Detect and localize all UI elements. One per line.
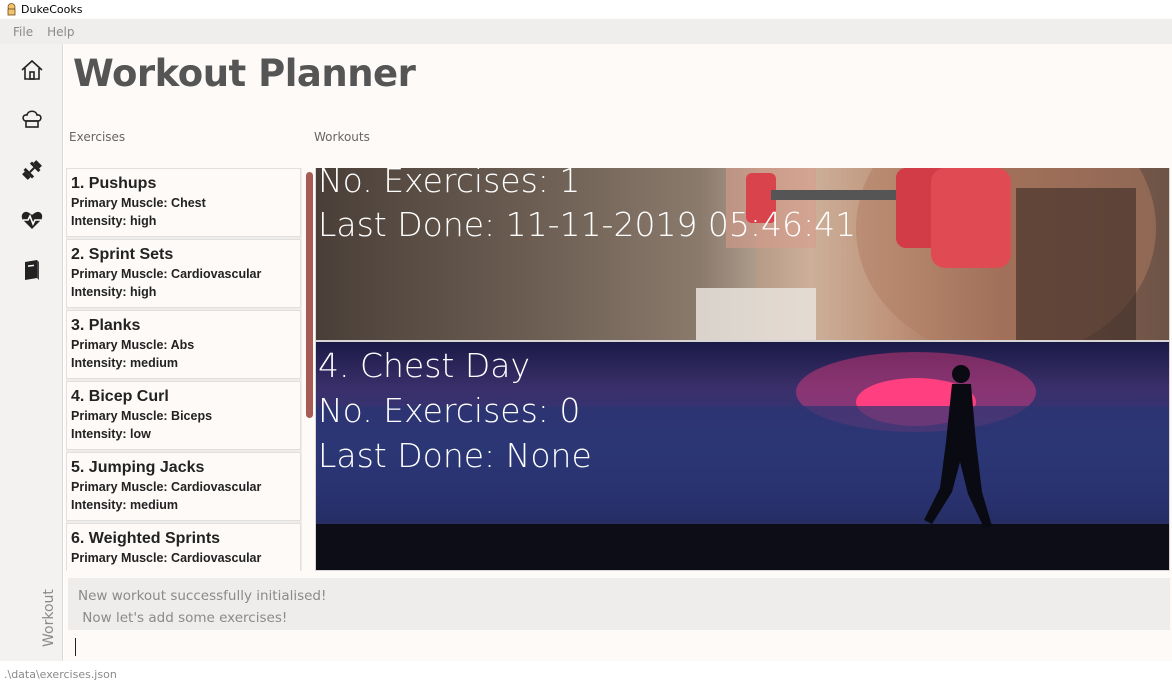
exercise-card[interactable]: 5. Jumping Jacks Primary Muscle: Cardiov…: [66, 452, 301, 521]
diary-icon: [25, 260, 39, 280]
sidebar-item-workout[interactable]: [19, 157, 45, 183]
home-icon: [21, 59, 43, 80]
exercise-name: 4. Bicep Curl: [71, 388, 169, 405]
sidebar-item-home[interactable]: [19, 57, 45, 83]
exercise-card[interactable]: 6. Weighted Sprints Primary Muscle: Card…: [66, 523, 301, 571]
exercise-intensity: Intensity: high: [71, 214, 157, 228]
exercise-muscle: Primary Muscle: Cardiovascular: [71, 480, 262, 494]
menu-file[interactable]: File: [13, 25, 33, 39]
title-bar: DukeCooks: [0, 0, 1172, 18]
exercise-name: 1. Pushups: [71, 175, 157, 192]
storage-path: .\data\exercises.json: [4, 668, 117, 681]
sidebar-item-recipes[interactable]: [19, 106, 45, 132]
sidebar-item-diary[interactable]: [19, 257, 45, 283]
workout-card[interactable]: 4. Chest Day No. Exercises: 0 Last Done:…: [316, 342, 1169, 570]
heartbeat-icon: [21, 211, 43, 229]
workout-exercise-count: No. Exercises: 0: [318, 391, 581, 430]
exercise-card[interactable]: 4. Bicep Curl Primary Muscle: Biceps Int…: [66, 381, 301, 450]
exercise-muscle: Primary Muscle: Cardiovascular: [71, 551, 262, 565]
sidebar-item-health[interactable]: [19, 207, 45, 233]
exercise-name: 6. Weighted Sprints: [71, 530, 221, 547]
workout-exercise-count: No. Exercises: 1: [318, 168, 581, 200]
exercise-muscle: Primary Muscle: Biceps: [71, 409, 213, 423]
result-line: Now let's add some exercises!: [78, 610, 288, 626]
exercise-scrollbar[interactable]: [303, 168, 315, 571]
workout-name: 4. Chest Day: [318, 346, 531, 385]
main-panel: Workout Planner Exercises Workouts 1. Pu…: [64, 44, 1172, 661]
exercise-name: 5. Jumping Jacks: [71, 459, 205, 476]
text-caret: [75, 638, 76, 656]
window-title: DukeCooks: [21, 2, 83, 16]
status-bar: .\data\exercises.json: [0, 661, 1172, 684]
exercise-name: 3. Planks: [71, 317, 141, 334]
dumbbell-icon: [22, 160, 42, 180]
chef-app-icon: [7, 2, 16, 15]
workout-card[interactable]: No. Exercises: 1 Last Done: 11-11-2019 0…: [316, 168, 1169, 340]
exercise-card[interactable]: 3. Planks Primary Muscle: Abs Intensity:…: [66, 310, 301, 379]
exercises-label: Exercises: [69, 130, 126, 144]
exercise-scroll-thumb[interactable]: [306, 172, 313, 418]
menu-bar: File Help: [0, 19, 1172, 44]
result-line: New workout successfully initialised!: [78, 588, 327, 604]
current-tab-label: Workout: [41, 589, 57, 647]
exercise-intensity: Intensity: medium: [71, 498, 178, 512]
workout-last-done: Last Done: None: [318, 436, 592, 475]
workout-list[interactable]: No. Exercises: 1 Last Done: 11-11-2019 0…: [315, 168, 1170, 571]
sidebar: Workout: [0, 44, 63, 661]
exercise-card[interactable]: 2. Sprint Sets Primary Muscle: Cardiovas…: [66, 239, 301, 308]
page-title: Workout Planner: [73, 52, 416, 95]
exercise-intensity: Intensity: low: [71, 427, 151, 441]
result-display: New workout successfully initialised! No…: [68, 578, 1170, 630]
exercise-intensity: Intensity: medium: [71, 356, 178, 370]
menu-help[interactable]: Help: [47, 25, 74, 39]
chef-hat-icon: [22, 110, 42, 128]
exercise-card[interactable]: 1. Pushups Primary Muscle: Chest Intensi…: [66, 168, 301, 237]
exercise-muscle: Primary Muscle: Abs: [71, 338, 195, 352]
exercise-muscle: Primary Muscle: Cardiovascular: [71, 267, 262, 281]
workout-last-done: Last Done: 11-11-2019 05:46:41: [318, 205, 857, 244]
exercise-intensity: Intensity: high: [71, 285, 157, 299]
exercise-list[interactable]: 1. Pushups Primary Muscle: Chest Intensi…: [66, 168, 302, 571]
exercise-name: 2. Sprint Sets: [71, 246, 174, 263]
workouts-label: Workouts: [314, 130, 370, 144]
exercise-muscle: Primary Muscle: Chest: [71, 196, 206, 210]
command-input[interactable]: [68, 632, 1170, 661]
